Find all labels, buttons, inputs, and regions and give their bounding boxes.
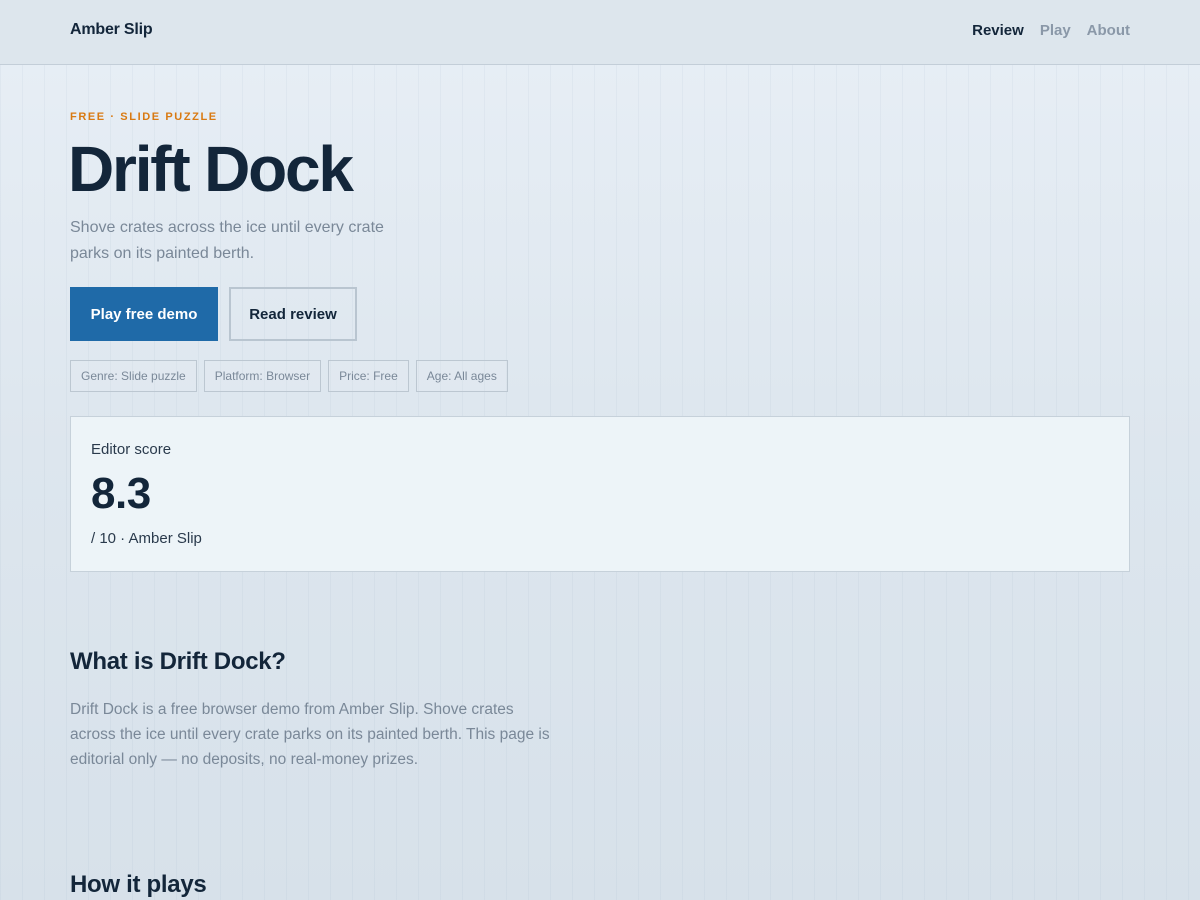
read-review-button[interactable]: Read review — [229, 287, 357, 341]
brand-logo[interactable]: Amber Slip — [70, 21, 153, 39]
how-it-plays-heading: How it plays — [70, 871, 207, 898]
nav-review[interactable]: Review — [972, 22, 1024, 39]
tag-genre: Genre: Slide puzzle — [70, 360, 197, 392]
game-meta-tags: Genre: Slide puzzle Platform: Browser Pr… — [70, 360, 508, 392]
page-title: Drift Dock — [68, 133, 354, 205]
score-value: 8.3 — [91, 469, 151, 518]
tag-age: Age: All ages — [415, 360, 508, 392]
tag-platform: Platform: Browser — [203, 360, 322, 392]
score-scale: / 10 · Amber Slip — [91, 530, 202, 547]
play-demo-button[interactable]: Play free demo — [70, 287, 218, 341]
category-kicker: FREE · SLIDE PUZZLE — [70, 111, 218, 123]
score-label: Editor score — [91, 441, 172, 458]
top-navigation-bar: Amber Slip Review Play About — [0, 0, 1200, 65]
what-is-heading: What is Drift Dock? — [70, 648, 286, 675]
what-is-body: Drift Dock is a free browser demo from A… — [70, 701, 550, 768]
nav-play[interactable]: Play — [1040, 22, 1071, 39]
main-nav: Review Play About — [972, 22, 1130, 39]
page-subtitle: Shove crates across the ice until every … — [70, 219, 384, 262]
nav-about[interactable]: About — [1087, 22, 1130, 39]
tag-price: Price: Free — [328, 360, 409, 392]
editor-score-card: Editor score 8.3 / 10 · Amber Slip — [70, 416, 1130, 572]
